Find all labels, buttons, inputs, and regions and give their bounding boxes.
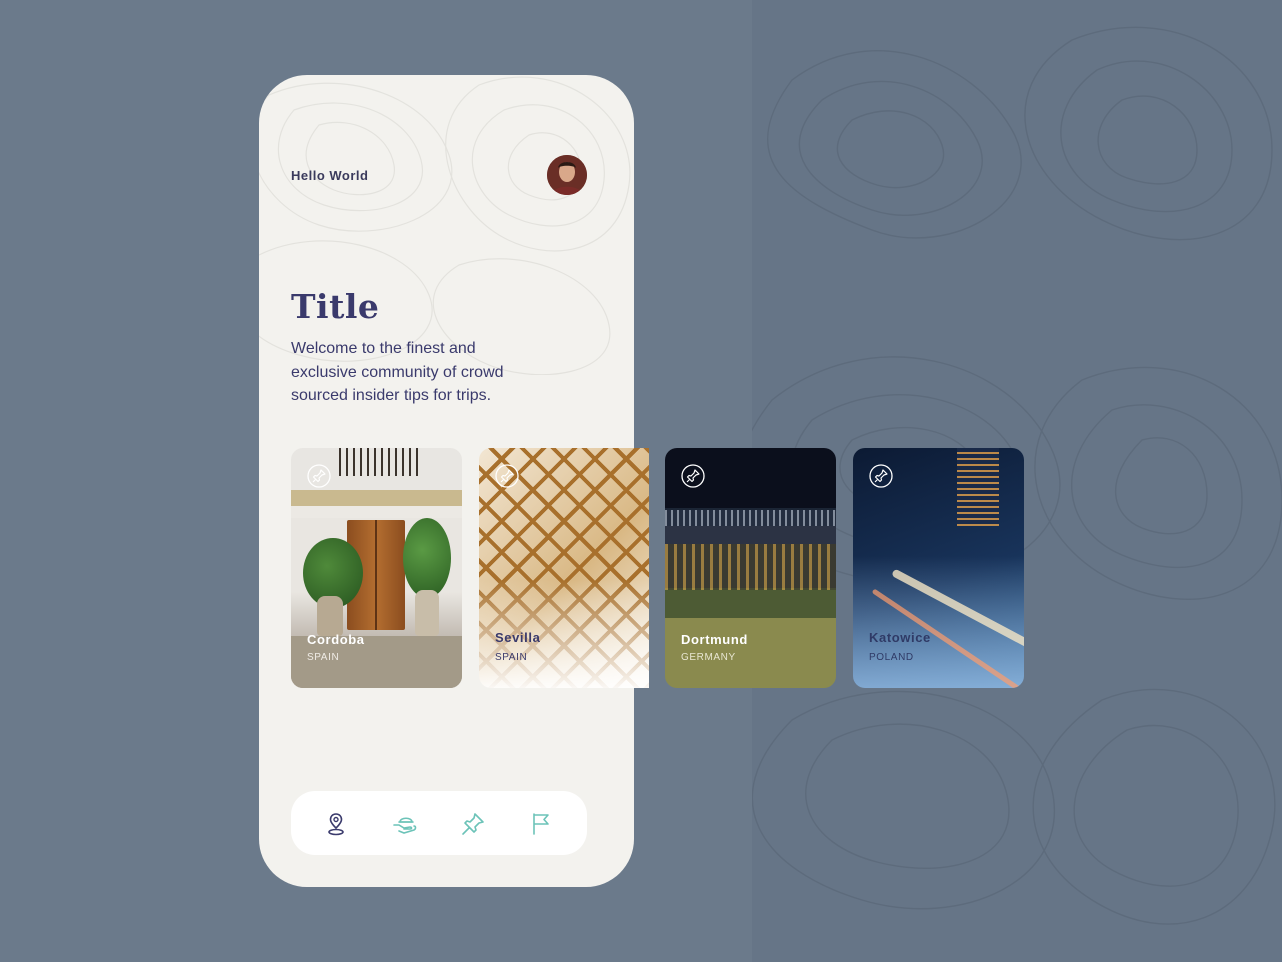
pushpin-icon[interactable] <box>869 464 893 488</box>
map-pin-icon <box>328 813 344 836</box>
flag-icon <box>533 813 549 835</box>
pushpin-icon[interactable] <box>307 464 331 488</box>
page-title: Title <box>291 287 380 326</box>
destination-card-katowice[interactable]: Katowice POLAND <box>853 448 1024 688</box>
destination-card-sevilla[interactable]: Sevilla SPAIN <box>479 448 649 688</box>
greeting-text: Hello World <box>291 168 369 183</box>
card-city: Cordoba <box>307 632 365 647</box>
nav-flag-button[interactable] <box>528 811 554 837</box>
card-country: SPAIN <box>307 652 340 663</box>
card-city: Dortmund <box>681 632 748 647</box>
pushpin-icon <box>462 813 484 835</box>
nav-map-pin-button[interactable] <box>323 811 349 837</box>
user-avatar[interactable] <box>547 155 587 195</box>
hand-offer-icon <box>393 817 417 834</box>
avatar-portrait-icon <box>547 155 587 195</box>
card-country: SPAIN <box>495 652 528 663</box>
destination-card-dortmund[interactable]: Dortmund GERMANY <box>665 448 836 688</box>
topographic-pattern <box>259 76 631 375</box>
page-description: Welcome to the finest and exclusive comm… <box>291 340 504 404</box>
destination-card-cordoba[interactable]: Cordoba SPAIN <box>291 448 462 688</box>
bottom-nav-bar <box>291 791 587 855</box>
card-country: GERMANY <box>681 652 736 663</box>
nav-offers-button[interactable] <box>392 811 418 837</box>
nav-pins-button[interactable] <box>460 811 486 837</box>
pushpin-icon[interactable] <box>495 464 519 488</box>
card-country: POLAND <box>869 652 914 663</box>
pushpin-icon[interactable] <box>681 464 705 488</box>
card-city: Sevilla <box>495 630 541 645</box>
card-city: Katowice <box>869 630 931 645</box>
